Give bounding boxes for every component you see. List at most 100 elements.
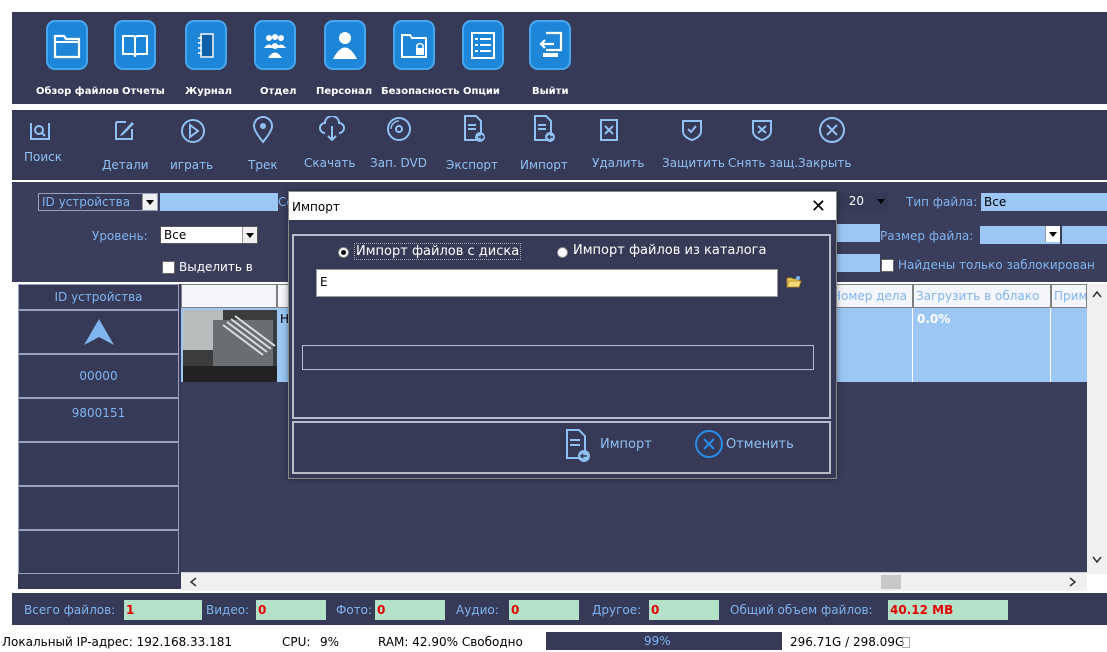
filter-range-input[interactable] xyxy=(832,224,880,242)
horizontal-scrollbar[interactable] xyxy=(181,572,1087,591)
vertical-scrollbar[interactable] xyxy=(1087,284,1107,574)
close-button[interactable]: Закрыть xyxy=(798,110,868,180)
select-all-checkbox[interactable] xyxy=(162,261,175,274)
nav-security-button[interactable]: Безопасность xyxy=(381,20,460,100)
chevron-up-icon xyxy=(1092,290,1102,298)
shield-check-icon xyxy=(682,120,702,142)
dialog-cancel-button[interactable]: Отменить xyxy=(694,426,814,470)
delete-icon xyxy=(600,119,618,141)
scroll-thumb[interactable] xyxy=(881,575,901,589)
details-button[interactable]: Детали xyxy=(98,110,149,180)
play-icon xyxy=(181,119,205,143)
file-type-value: Все xyxy=(984,195,1007,209)
total-files-value: 1 xyxy=(124,600,202,620)
scroll-up-arrow[interactable] xyxy=(18,310,179,354)
nav-file-browser-button[interactable]: Обзор файлов xyxy=(36,20,119,100)
row-cloud-progress: 0.0% xyxy=(917,312,951,326)
protect-button[interactable]: Защитить xyxy=(656,110,728,180)
total-size-label: Общий объем файлов: xyxy=(730,603,873,617)
locked-only-checkbox[interactable] xyxy=(881,259,894,272)
video-thumbnail xyxy=(183,310,277,382)
dialog-import-button[interactable]: Импорт xyxy=(564,426,664,470)
toolbar-label: Защитить xyxy=(662,156,725,170)
dialog-import-label: Импорт xyxy=(600,437,652,452)
nav-exit-button[interactable]: Выйти xyxy=(523,20,589,100)
nav-label: Обзор файлов xyxy=(36,86,120,97)
toolbar: Поиск Детали играть Трек Скачать Зап. DV… xyxy=(12,110,1107,180)
import-icon xyxy=(534,115,555,142)
filter-range-input-2[interactable] xyxy=(832,254,880,272)
export-button[interactable]: Экспорт xyxy=(444,110,506,180)
dialog-close-icon[interactable]: ✕ xyxy=(811,196,826,217)
export-icon xyxy=(464,115,485,142)
shield-x-icon xyxy=(752,120,772,142)
nav-label: Отдел xyxy=(260,86,297,97)
track-button[interactable]: Трек xyxy=(242,110,282,180)
download-button[interactable]: Скачать xyxy=(304,110,360,180)
device-row-empty[interactable] xyxy=(18,486,179,530)
toolbar-label: Зап. DVD xyxy=(370,156,427,170)
device-row-empty[interactable] xyxy=(18,442,179,486)
nav-journal-button[interactable]: Журнал xyxy=(179,20,245,100)
burn-dvd-button[interactable]: Зап. DVD xyxy=(368,110,432,180)
person-icon xyxy=(324,20,366,70)
play-button[interactable]: играть xyxy=(168,110,218,180)
top-navigation: Обзор файлов Отчеты Журнал Отдел Персона… xyxy=(12,12,1107,104)
file-size-select[interactable] xyxy=(980,226,1060,244)
chevron-down-icon xyxy=(1045,226,1060,242)
import-path-input[interactable]: E xyxy=(316,269,778,297)
locked-only-label: Найдены только заблокирован xyxy=(898,258,1095,272)
search-button[interactable]: Поиск xyxy=(22,110,62,180)
file-type-input[interactable]: Все xyxy=(981,193,1107,211)
import-button[interactable]: Импорт xyxy=(516,110,574,180)
search-icon xyxy=(30,123,50,140)
nav-reports-button[interactable]: Отчеты xyxy=(108,20,174,100)
video-value: 0 xyxy=(256,600,326,620)
radio-import-disk-label[interactable]: Импорт файлов с диска xyxy=(354,243,522,260)
device-list: ID устройства 00000 9800151 xyxy=(18,284,181,589)
unprotect-button[interactable]: Снять защ. xyxy=(728,110,798,180)
disc-icon xyxy=(387,117,411,141)
disk-space: 296.71G / 298.09G xyxy=(790,635,905,649)
list-icon xyxy=(462,20,504,70)
nav-label: Выйти xyxy=(532,86,569,97)
table-header-cloud-upload[interactable]: Загрузить в облако xyxy=(913,284,1051,308)
nav-personnel-button[interactable]: Персонал xyxy=(316,20,384,100)
chevron-down-icon xyxy=(142,194,157,210)
table-header-thumbnail[interactable] xyxy=(181,284,277,308)
level-select[interactable]: Все xyxy=(160,226,258,244)
nav-options-button[interactable]: Опции xyxy=(456,20,522,100)
cloud-download-icon xyxy=(319,116,345,142)
chevron-down-icon xyxy=(242,227,257,243)
device-row-empty[interactable] xyxy=(18,530,179,574)
open-folder-icon[interactable] xyxy=(786,275,802,289)
toolbar-label: играть xyxy=(170,158,214,172)
nav-label: Опции xyxy=(463,86,500,97)
file-size-input[interactable] xyxy=(1062,226,1107,244)
lock-folder-icon xyxy=(393,20,435,70)
dialog-cancel-label: Отменить xyxy=(726,437,794,452)
dialog-content-panel: Импорт файлов с диска Импорт файлов из к… xyxy=(292,234,831,419)
exit-icon xyxy=(529,20,571,70)
table-header-note[interactable]: Прим xyxy=(1051,284,1087,308)
toolbar-label: Снять защ. xyxy=(728,156,799,170)
delete-button[interactable]: Удалить xyxy=(580,110,645,180)
table-header-case-number[interactable]: Номер дела xyxy=(829,284,913,308)
radio-import-catalog[interactable] xyxy=(557,247,568,258)
count-select-value: 20 xyxy=(848,194,864,208)
select-all-label: Выделить в xyxy=(179,260,253,274)
nav-department-button[interactable]: Отдел xyxy=(248,20,314,100)
device-id-input[interactable] xyxy=(160,193,278,211)
device-row[interactable]: 00000 xyxy=(18,354,179,398)
device-id-select-value: ID устройства xyxy=(42,195,131,209)
device-id-select[interactable]: ID устройства xyxy=(38,193,158,211)
radio-import-disk[interactable] xyxy=(338,247,349,258)
radio-import-catalog-label[interactable]: Импорт файлов из каталога xyxy=(573,243,766,258)
dialog-title: Импорт xyxy=(292,200,340,214)
summary-bar: Всего файлов: 1 Видео: 0 Фото: 0 Аудио: … xyxy=(12,593,1107,625)
nav-label: Отчеты xyxy=(122,86,165,97)
cpu-label: CPU: xyxy=(282,635,311,649)
status-indicator xyxy=(902,637,910,648)
status-bar: Локальный IP-адрес: 192.168.33.181 CPU: … xyxy=(0,628,1107,652)
device-row[interactable]: 9800151 xyxy=(18,398,179,442)
